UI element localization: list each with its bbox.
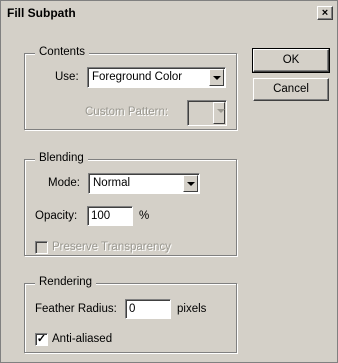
opacity-unit: % xyxy=(139,210,150,222)
rendering-legend: Rendering xyxy=(35,276,97,288)
feather-radius-input[interactable] xyxy=(125,299,171,319)
mode-label: Mode: xyxy=(48,177,80,189)
opacity-input[interactable] xyxy=(87,206,133,226)
ok-button[interactable]: OK xyxy=(252,48,330,73)
opacity-label: Opacity: xyxy=(35,210,78,222)
use-select-value: Foreground Color xyxy=(92,71,183,83)
feather-radius-label: Feather Radius: xyxy=(35,303,117,315)
use-select[interactable]: Foreground Color xyxy=(87,67,226,88)
mode-select-value: Normal xyxy=(93,177,131,189)
mode-select[interactable]: Normal xyxy=(88,173,200,194)
custom-pattern-picker xyxy=(187,100,227,126)
cancel-button[interactable]: Cancel xyxy=(253,78,329,101)
blending-legend: Blending xyxy=(35,152,88,164)
preserve-transparency-checkbox xyxy=(35,241,48,254)
title-bar[interactable]: Fill Subpath × xyxy=(3,3,335,23)
close-button[interactable]: × xyxy=(317,6,333,20)
chevron-down-icon xyxy=(213,102,225,124)
dialog-title: Fill Subpath xyxy=(7,6,76,20)
preserve-transparency-label: Preserve Transparency xyxy=(52,241,171,253)
custom-pattern-label: Custom Pattern: xyxy=(85,106,169,118)
contents-legend: Contents xyxy=(35,46,90,58)
use-label: Use: xyxy=(55,71,79,83)
feather-radius-unit: pixels xyxy=(177,303,207,315)
chevron-down-icon[interactable] xyxy=(209,69,224,86)
anti-aliased-checkbox[interactable]: ✓ xyxy=(35,333,48,346)
fill-subpath-dialog: Fill Subpath × Contents Use: Foreground … xyxy=(0,0,338,363)
chevron-down-icon[interactable] xyxy=(183,175,198,192)
anti-aliased-label[interactable]: Anti-aliased xyxy=(52,333,112,345)
